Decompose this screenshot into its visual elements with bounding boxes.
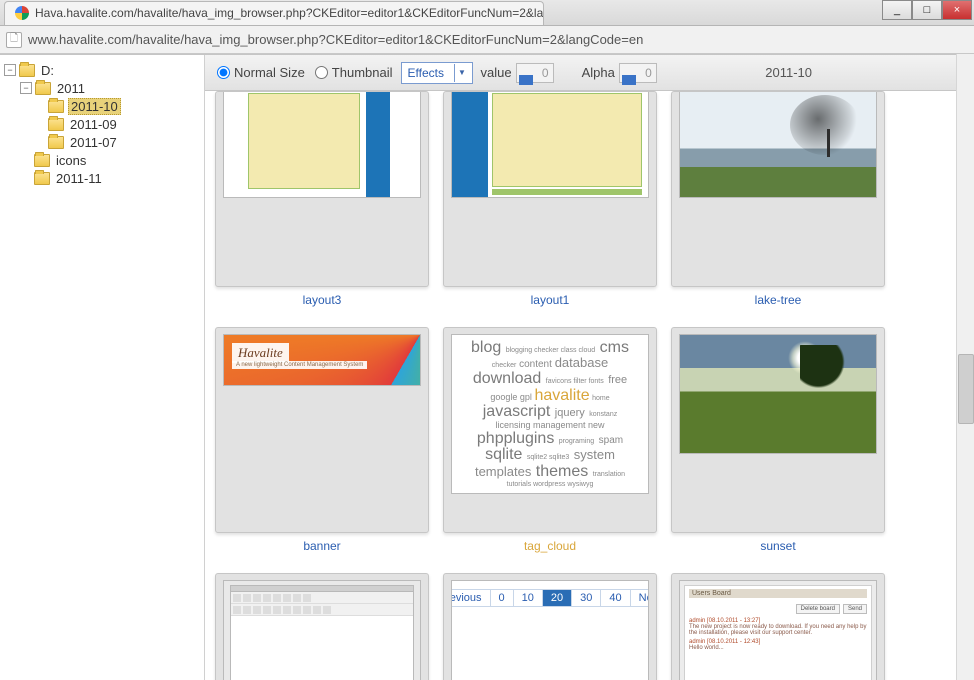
tree-label: icons	[54, 153, 88, 168]
view-thumbnail-radio[interactable]: Thumbnail	[315, 65, 393, 80]
banner-title: Havalite	[232, 343, 289, 363]
board-delete-button: Delete board	[796, 604, 840, 614]
chrome-favicon-icon	[15, 6, 29, 20]
thumbnail-image	[679, 334, 877, 454]
tree-label-active: 2011-10	[68, 98, 121, 115]
effects-select[interactable]: Effects ▼	[401, 62, 473, 84]
gallery-caption[interactable]: tag_cloud	[524, 539, 576, 553]
view-toolbar: Normal Size Thumbnail Effects ▼ value Al…	[205, 55, 974, 91]
folder-icon	[48, 100, 64, 113]
gallery-caption[interactable]: lake-tree	[755, 293, 802, 307]
vertical-scrollbar[interactable]	[956, 54, 974, 680]
tab-title: Hava.havalite.com/havalite/hava_img_brow…	[35, 6, 544, 20]
window-maximize-button[interactable]: □	[912, 0, 942, 20]
gallery-item-editor[interactable]	[215, 573, 429, 680]
pager-page-active[interactable]: 20	[543, 590, 572, 606]
gallery-caption[interactable]: layout3	[303, 293, 342, 307]
pager-page[interactable]: 40	[601, 590, 630, 606]
gallery-item-pager[interactable]: Previous 0 10 20 30 40 Next	[443, 573, 657, 680]
scrollbar-thumb[interactable]	[958, 354, 974, 424]
tree-node-2011-07[interactable]: 2011-07	[4, 133, 200, 151]
site-info-icon[interactable]: 🗋	[6, 32, 22, 48]
tree-node-2011[interactable]: − 2011	[4, 79, 200, 97]
pager-next[interactable]: Next	[631, 590, 649, 606]
thumbnail-image: Previous 0 10 20 30 40 Next	[451, 580, 649, 680]
folder-tree: − D: − 2011 2011-10 2011-09 2011-07 icon…	[0, 55, 205, 680]
window-controls: _ □ ×	[882, 0, 972, 20]
gallery-item-sunset[interactable]: sunset	[671, 327, 885, 553]
board-msg-body: The new project is now ready to download…	[689, 624, 867, 636]
tree-label: 2011-09	[68, 117, 119, 132]
gallery-item-banner[interactable]: Havalite A new lightweight Content Manag…	[215, 327, 429, 553]
slider-handle-icon[interactable]	[519, 75, 533, 85]
folder-icon	[35, 82, 51, 95]
gallery-item-board[interactable]: Users Board Delete boardSend admin [08.1…	[671, 573, 885, 680]
tree-label: 2011	[55, 81, 87, 96]
image-gallery: layout3 layout1 lake-tree Havalite A new…	[205, 91, 974, 680]
browser-tab[interactable]: Hava.havalite.com/havalite/hava_img_brow…	[4, 1, 544, 25]
view-normal-input[interactable]	[217, 66, 230, 79]
tree-node-2011-09[interactable]: 2011-09	[4, 115, 200, 133]
value-label: value	[481, 65, 512, 80]
tree-node-2011-11[interactable]: 2011-11	[4, 169, 200, 187]
pager-prev[interactable]: Previous	[451, 590, 491, 606]
folder-icon	[34, 172, 50, 185]
view-normal-radio[interactable]: Normal Size	[217, 65, 305, 80]
thumbnail-image	[223, 91, 421, 198]
alpha-label: Alpha	[582, 65, 615, 80]
gallery-item-lake-tree[interactable]: lake-tree	[671, 91, 885, 307]
view-thumbnail-input[interactable]	[315, 66, 328, 79]
address-bar: 🗋 www.havalite.com/havalite/hava_img_bro…	[0, 26, 974, 54]
pagination[interactable]: Previous 0 10 20 30 40 Next	[451, 589, 649, 607]
gallery-item-layout3[interactable]: layout3	[215, 91, 429, 307]
thumbnail-image: Havalite A new lightweight Content Manag…	[223, 334, 421, 386]
gallery-caption[interactable]: sunset	[760, 539, 795, 553]
window-minimize-button[interactable]: _	[882, 0, 912, 20]
folder-icon	[48, 136, 64, 149]
address-text[interactable]: www.havalite.com/havalite/hava_img_brows…	[28, 32, 643, 47]
browser-tab-strip: Hava.havalite.com/havalite/hava_img_brow…	[0, 0, 974, 26]
folder-icon	[34, 154, 50, 167]
thumbnail-image: blog blogging checker class cloud cms ch…	[451, 334, 649, 494]
board-send-button: Send	[843, 604, 867, 614]
pager-page[interactable]: 30	[572, 590, 601, 606]
tree-root[interactable]: − D:	[4, 61, 200, 79]
tree-root-label: D:	[39, 63, 56, 78]
gallery-item-tag-cloud[interactable]: blog blogging checker class cloud cms ch…	[443, 327, 657, 553]
collapse-icon[interactable]: −	[4, 64, 16, 76]
board-header: Users Board	[689, 589, 867, 598]
gallery-item-layout1[interactable]: layout1	[443, 91, 657, 307]
collapse-icon[interactable]: −	[20, 82, 32, 94]
view-normal-label: Normal Size	[234, 65, 305, 80]
banner-subtitle: A new lightweight Content Management Sys…	[232, 361, 367, 369]
board-msg-body: Hello world...	[689, 645, 867, 651]
chevron-down-icon: ▼	[454, 64, 470, 82]
window-close-button[interactable]: ×	[942, 0, 972, 20]
view-thumbnail-label: Thumbnail	[332, 65, 393, 80]
folder-icon	[19, 64, 35, 77]
tree-label: 2011-11	[54, 171, 104, 186]
tree-node-icons[interactable]: icons	[4, 151, 200, 169]
effects-label: Effects	[408, 66, 444, 80]
thumbnail-image	[679, 91, 877, 198]
breadcrumb: 2011-10	[765, 65, 812, 80]
gallery-caption[interactable]: banner	[303, 539, 340, 553]
thumbnail-image: Users Board Delete boardSend admin [08.1…	[679, 580, 877, 680]
thumbnail-image	[451, 91, 649, 198]
slider-handle-icon[interactable]	[622, 75, 636, 85]
gallery-caption[interactable]: layout1	[531, 293, 570, 307]
thumbnail-image	[223, 580, 421, 680]
folder-icon	[48, 118, 64, 131]
pager-page[interactable]: 10	[514, 590, 543, 606]
tree-label: 2011-07	[68, 135, 119, 150]
tree-node-2011-10[interactable]: 2011-10	[4, 97, 200, 115]
pager-page[interactable]: 0	[491, 590, 514, 606]
